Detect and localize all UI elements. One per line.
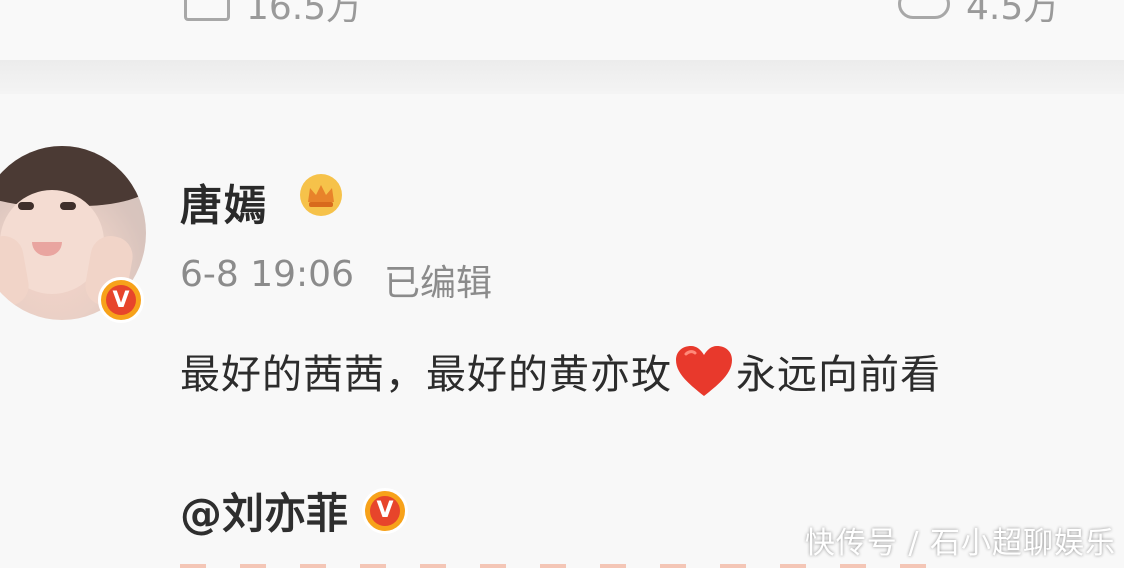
comment-item: V 唐嫣 6-8 19:06 已编辑 最好的茜茜，最好的黄亦玫 永远向前看 @刘… <box>0 94 1124 568</box>
weibo-comment-screenshot: 16.5万 4.5万 V 唐嫣 6-8 19:06 已编辑 最好的茜茜，最好的黄… <box>0 0 1124 568</box>
verified-badge-symbol: V <box>106 285 136 315</box>
edited-label: 已编辑 <box>384 263 493 304</box>
mention-row: @刘亦菲 V <box>180 480 409 541</box>
repost-icon <box>184 0 230 21</box>
section-divider <box>0 60 1124 94</box>
comment-text-part-2: 永远向前看 <box>736 352 941 398</box>
cut-off-next-line <box>180 564 940 568</box>
comment-text: 最好的茜茜，最好的黄亦玫 永远向前看 <box>180 342 941 400</box>
comment-action[interactable]: 4.5万 <box>898 0 1059 30</box>
comment-icon <box>898 0 950 19</box>
mention-link[interactable]: @刘亦菲 <box>180 480 348 541</box>
vip-crown-icon <box>300 174 342 216</box>
comment-text-part-1: 最好的茜茜，最好的黄亦玫 <box>180 352 672 398</box>
verified-badge-symbol: V <box>370 495 401 526</box>
comment-count: 4.5万 <box>966 0 1060 28</box>
avatar-eye <box>60 202 76 210</box>
comment-meta: 6-8 19:06 已编辑 <box>180 254 492 306</box>
post-action-bar: 16.5万 4.5万 <box>0 0 1124 60</box>
avatar-eye <box>18 202 34 210</box>
verified-badge-icon: V <box>362 487 409 534</box>
verified-badge-icon: V <box>98 277 144 323</box>
watermark: 快传号 / 石小超聊娱乐 <box>804 526 1116 561</box>
repost-count: 16.5万 <box>246 0 363 28</box>
repost-action[interactable]: 16.5万 <box>184 0 362 30</box>
username[interactable]: 唐嫣 <box>180 172 268 233</box>
timestamp: 6-8 19:06 <box>180 254 354 295</box>
red-heart-icon <box>676 346 732 396</box>
